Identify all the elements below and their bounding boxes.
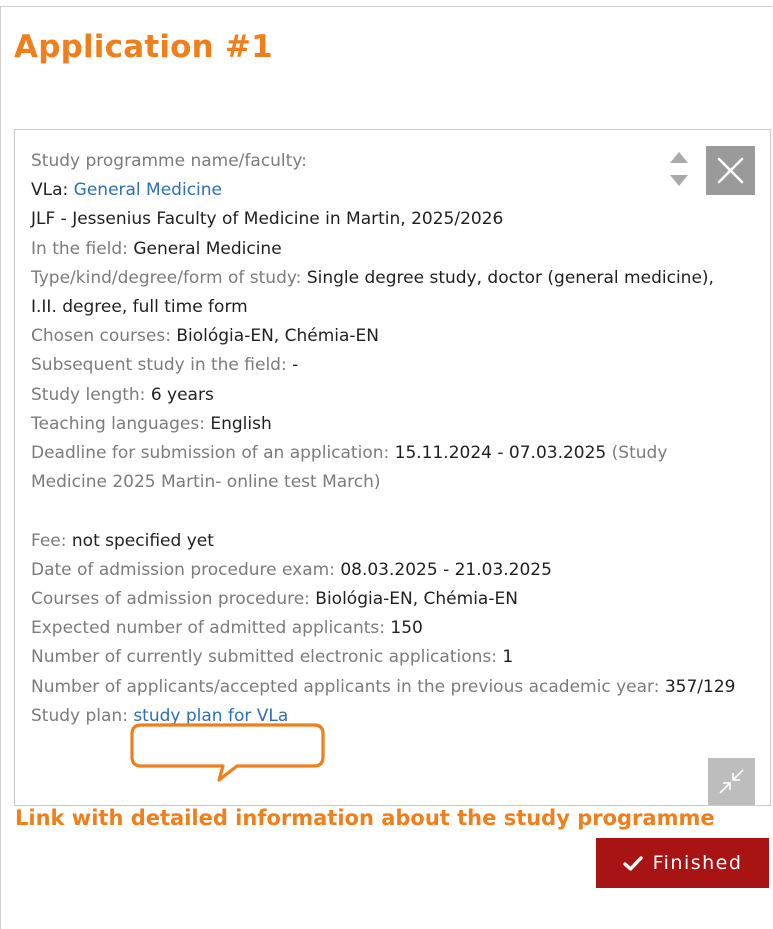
page-title: Application #1 xyxy=(14,29,273,65)
previous-value: 357/129 xyxy=(664,676,736,697)
type-label: Type/kind/degree/form of study: xyxy=(31,267,307,288)
info-row-expected: Expected number of admitted applicants: … xyxy=(31,614,743,643)
languages-value: English xyxy=(210,413,272,434)
submitted-label: Number of currently submitted electronic… xyxy=(31,647,503,668)
close-icon xyxy=(717,157,744,184)
collapse-button[interactable] xyxy=(708,758,755,805)
length-label: Study length: xyxy=(31,384,151,405)
info-row-submitted: Number of currently submitted electronic… xyxy=(31,643,743,672)
expected-label: Expected number of admitted applicants: xyxy=(31,618,391,639)
subsequent-value: - xyxy=(292,355,299,376)
sort-arrows-icon[interactable] xyxy=(667,149,691,189)
info-row-length: Study length: 6 years xyxy=(31,381,743,410)
programme-detail-panel: Study programme name/faculty: VLa: Gener… xyxy=(14,129,771,806)
finished-label: Finished xyxy=(652,852,743,874)
study-plan-label: Study plan: xyxy=(31,705,134,726)
field-label: In the field: xyxy=(31,238,134,259)
deadline-value: 15.11.2024 - 07.03.2025 xyxy=(394,443,607,464)
callout-bubble xyxy=(130,723,325,782)
info-row-exam-date: Date of admission procedure exam: 08.03.… xyxy=(31,556,743,585)
info-row-languages: Teaching languages: English xyxy=(31,410,743,439)
subsequent-label: Subsequent study in the field: xyxy=(31,355,293,376)
info-row-field: In the field: General Medicine xyxy=(31,235,743,264)
info-row-admission-courses: Courses of admission procedure: Biológia… xyxy=(31,585,743,614)
fee-label: Fee: xyxy=(31,530,72,551)
exam-date-value: 08.03.2025 - 21.03.2025 xyxy=(340,559,552,580)
programme-label: Study programme name/faculty: xyxy=(31,151,307,171)
length-value: 6 years xyxy=(150,384,214,405)
languages-label: Teaching languages: xyxy=(31,413,211,434)
faculty-name: JLF - Jessenius Faculty of Medicine in M… xyxy=(31,209,504,230)
programme-name-link[interactable]: General Medicine xyxy=(74,180,222,200)
expected-value: 150 xyxy=(390,618,423,639)
courses-value: Biológia-EN, Chémia-EN xyxy=(176,326,379,347)
annotation-text: Link with detailed information about the… xyxy=(15,806,715,830)
admission-courses-value: Biológia-EN, Chémia-EN xyxy=(315,589,518,610)
info-row-programme-label: Study programme name/faculty: xyxy=(31,147,743,176)
fee-value: not specified yet xyxy=(71,530,214,551)
collapse-icon xyxy=(719,769,744,794)
info-row-programme: VLa: General Medicine xyxy=(31,176,743,205)
programme-info: Study programme name/faculty: VLa: Gener… xyxy=(31,147,743,731)
programme-code: VLa: xyxy=(31,180,74,201)
info-row-fee: Fee: not specified yet xyxy=(31,527,743,556)
field-value: General Medicine xyxy=(133,238,282,259)
info-row-type: Type/kind/degree/form of study: Single d… xyxy=(31,264,743,322)
info-row-previous: Number of applicants/accepted applicants… xyxy=(31,673,743,702)
finished-button[interactable]: Finished xyxy=(596,838,769,888)
submitted-value: 1 xyxy=(502,647,514,668)
info-row-subsequent: Subsequent study in the field: - xyxy=(31,351,743,380)
exam-date-label: Date of admission procedure exam: xyxy=(31,559,341,580)
check-icon xyxy=(622,855,643,871)
close-button[interactable] xyxy=(706,146,755,195)
deadline-label: Deadline for submission of an applicatio… xyxy=(31,443,395,464)
info-row-deadline: Deadline for submission of an applicatio… xyxy=(31,439,743,497)
courses-label: Chosen courses: xyxy=(31,326,177,347)
info-row-courses: Chosen courses: Biológia-EN, Chémia-EN xyxy=(31,322,743,351)
admission-courses-label: Courses of admission procedure: xyxy=(31,589,316,610)
previous-label: Number of applicants/accepted applicants… xyxy=(31,676,665,697)
